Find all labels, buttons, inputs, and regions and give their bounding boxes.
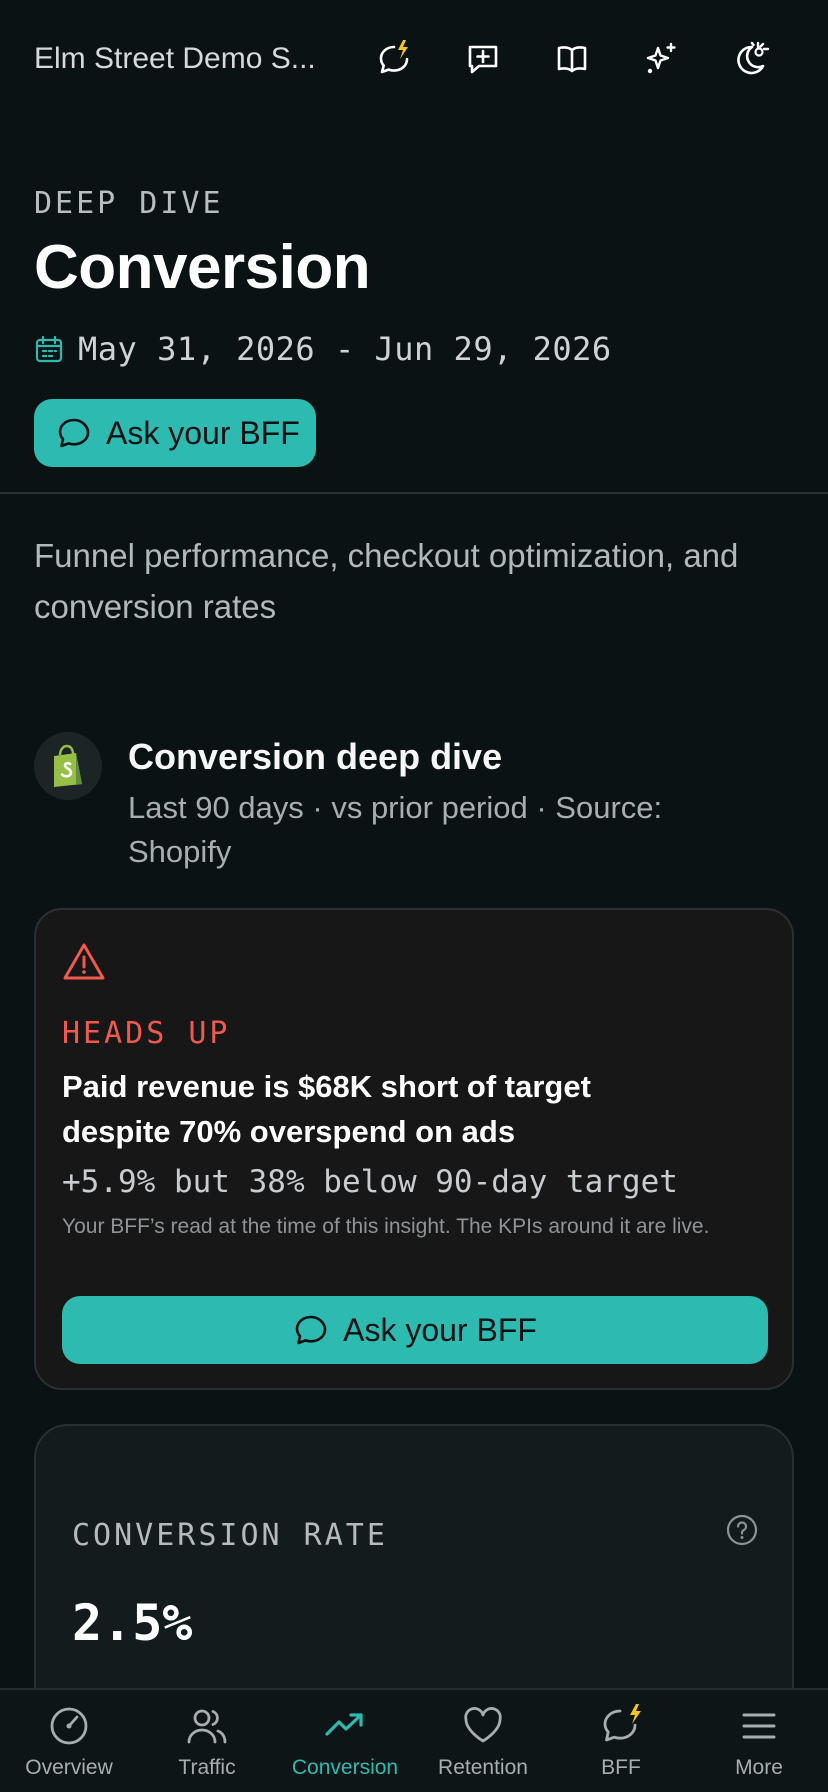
bottom-nav: Overview Traffic Conversion Retention BF… xyxy=(0,1688,828,1792)
nav-overview[interactable]: Overview xyxy=(0,1690,138,1792)
ask-bff-label: Ask your BFF xyxy=(106,414,300,451)
heart-icon xyxy=(464,1707,502,1743)
nav-conversion[interactable]: Conversion xyxy=(276,1690,414,1792)
top-bar: Elm Street Demo S... xyxy=(0,0,828,118)
nav-retention-label: Retention xyxy=(438,1756,528,1779)
chat-bubble-icon xyxy=(295,1315,327,1345)
heads-up-card: HEADS UP Paid revenue is $68K short of t… xyxy=(34,908,794,1390)
nav-more-label: More xyxy=(735,1756,783,1779)
source-title: Conversion deep dive xyxy=(128,736,503,777)
warning-icon xyxy=(63,943,105,980)
alert-ask-bff-label: Ask your BFF xyxy=(343,1311,537,1348)
nav-retention[interactable]: Retention xyxy=(414,1690,552,1792)
add-comment-icon[interactable] xyxy=(438,29,527,89)
calendar-icon xyxy=(35,335,63,363)
help-icon[interactable] xyxy=(726,1514,758,1546)
nav-traffic-label: Traffic xyxy=(178,1756,236,1779)
alert-note: Your BFF’s read at the time of this insi… xyxy=(62,1215,710,1238)
nav-more[interactable]: More xyxy=(690,1690,828,1792)
kpi-value: 2.5% xyxy=(72,1594,193,1652)
date-range[interactable]: May 31, 2026 - Jun 29, 2026 xyxy=(34,330,612,368)
page-title: Conversion xyxy=(34,233,371,302)
divider xyxy=(0,492,828,494)
page-description: Funnel performance, checkout optimizatio… xyxy=(34,537,739,625)
source-header: Conversion deep dive Last 90 days · vs p… xyxy=(34,732,728,874)
nav-bff-label: BFF xyxy=(601,1756,641,1779)
heads-up-label: HEADS UP xyxy=(62,1016,231,1051)
alert-headline: Paid revenue is $68K short of target des… xyxy=(62,1069,591,1149)
chat-bubble-icon xyxy=(58,418,90,448)
book-icon[interactable] xyxy=(527,29,616,89)
nav-bff[interactable]: BFF xyxy=(552,1690,690,1792)
nav-traffic[interactable]: Traffic xyxy=(138,1690,276,1792)
date-range-text: May 31, 2026 - Jun 29, 2026 xyxy=(78,330,612,368)
nav-conversion-label: Conversion xyxy=(291,1756,399,1779)
shopify-icon xyxy=(34,732,102,800)
kpi-label: CONVERSION RATE xyxy=(72,1518,388,1553)
page-eyebrow: DEEP DIVE xyxy=(34,186,224,221)
ask-bff-button[interactable]: Ask your BFF xyxy=(34,399,316,467)
source-text: Conversion deep dive Last 90 days · vs p… xyxy=(128,732,728,874)
top-actions xyxy=(349,29,794,89)
gauge-icon xyxy=(50,1707,88,1745)
nav-overview-label: Overview xyxy=(25,1756,113,1779)
sparkles-icon[interactable] xyxy=(616,29,705,89)
trending-up-icon xyxy=(325,1713,363,1736)
store-name[interactable]: Elm Street Demo S... xyxy=(34,42,334,76)
theme-toggle-icon[interactable] xyxy=(705,29,794,89)
alert-metric: +5.9% but 38% below 90-day target xyxy=(62,1164,678,1200)
alert-ask-bff-button[interactable]: Ask your BFF xyxy=(62,1296,768,1364)
menu-icon xyxy=(742,1713,776,1739)
chat-bolt-icon[interactable] xyxy=(349,29,438,89)
users-icon xyxy=(187,1709,227,1744)
source-subtitle: Last 90 days · vs prior period · Source:… xyxy=(128,790,663,869)
chat-bolt-icon xyxy=(603,1704,641,1742)
